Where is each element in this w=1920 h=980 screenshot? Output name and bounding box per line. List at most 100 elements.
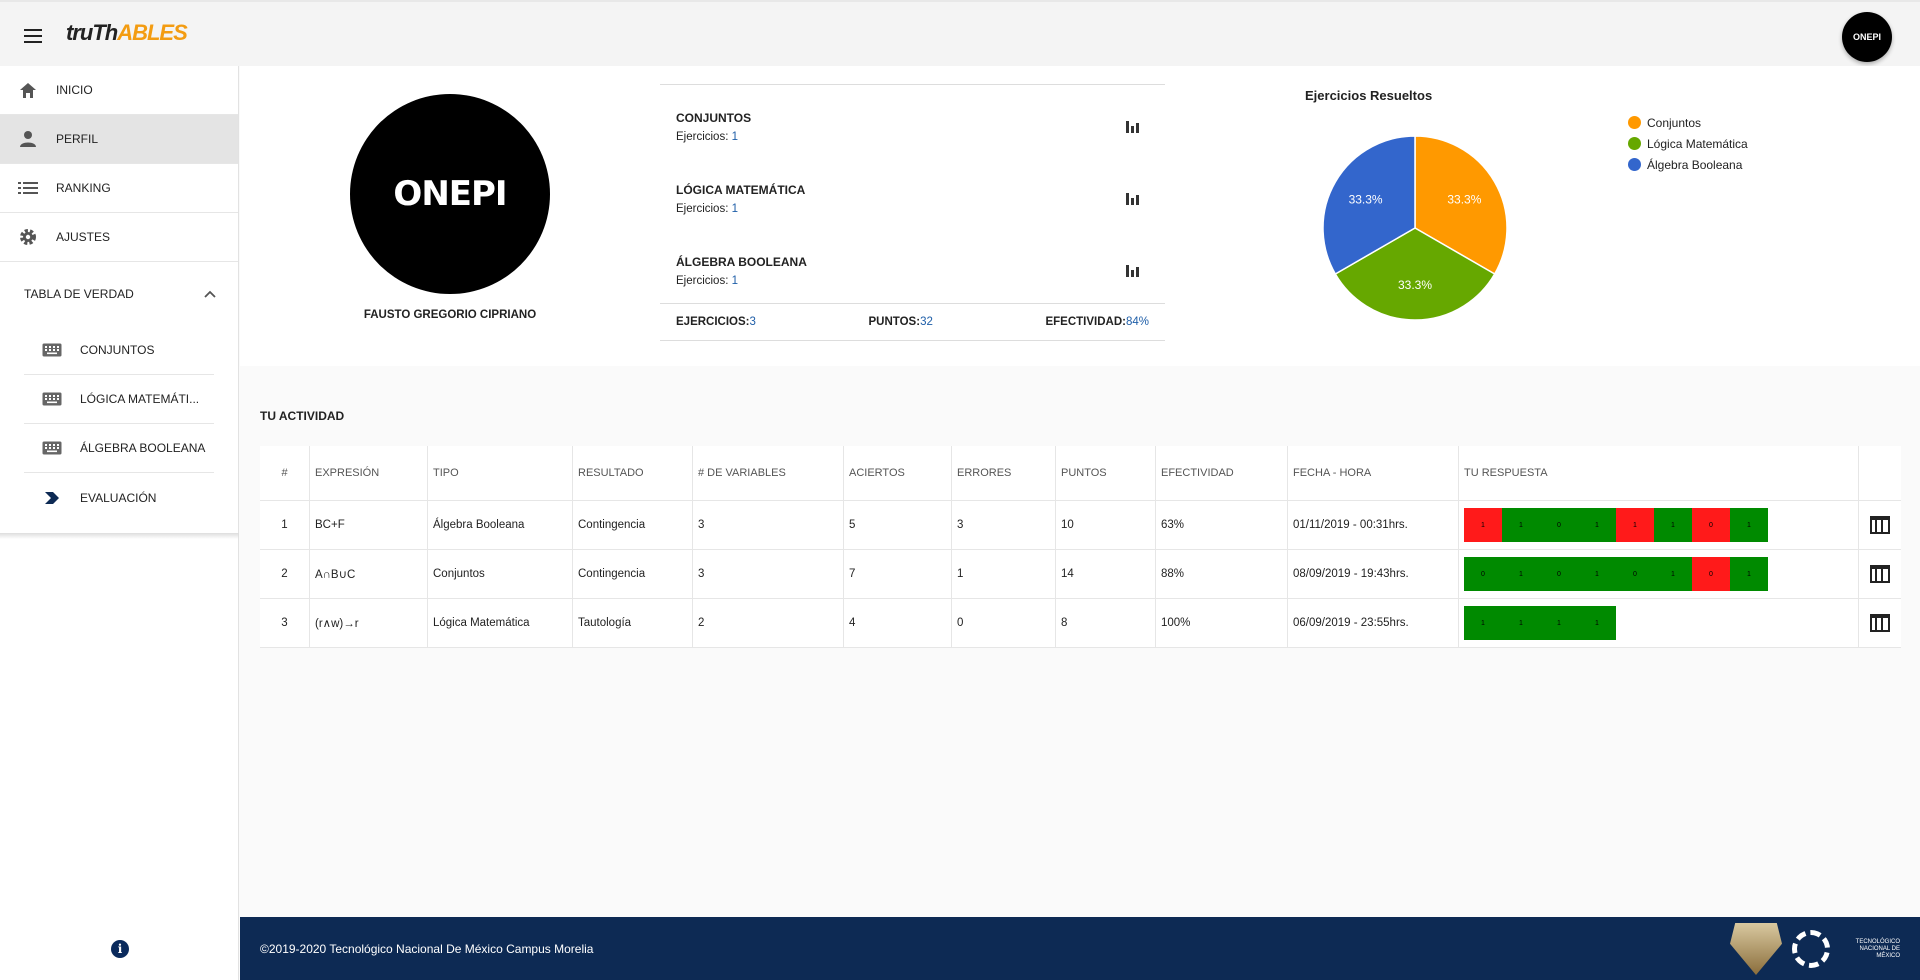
column-header: PUNTOS (1056, 446, 1156, 500)
person-icon (0, 130, 56, 148)
answer-correct: 1 (1578, 557, 1616, 591)
table-cell-respuesta: 01010101 (1459, 550, 1859, 598)
answer-strip: 11011101 (1464, 508, 1768, 542)
app-logo[interactable]: truThABLES (66, 20, 188, 46)
answer-strip: 1111 (1464, 606, 1616, 640)
column-header: FECHA - HORA (1288, 446, 1459, 500)
bar-chart-icon[interactable] (1126, 191, 1139, 205)
chart-title: Ejercicios Resueltos (1305, 88, 1433, 103)
tecnm-gear-logo (1792, 930, 1830, 968)
legend-swatch (1628, 137, 1641, 150)
table-cell-actions (1859, 599, 1901, 647)
legend-item[interactable]: Lógica Matemática (1628, 133, 1748, 154)
table-cell-tipo: Álgebra Booleana (428, 501, 573, 549)
legend-item[interactable]: Conjuntos (1628, 112, 1748, 133)
footer: ©2019-2020 Tecnológico Nacional De Méxic… (240, 917, 1920, 980)
total-ejercicios: EJERCICIOS:3 (676, 316, 756, 328)
sidebar-item-evaluacion[interactable]: EVALUACIÓN (24, 473, 214, 522)
table-cell-aciertos: 4 (844, 599, 952, 647)
bar-chart-icon[interactable] (1126, 263, 1139, 277)
stat-subtitle: Ejercicios: 1 (676, 203, 739, 215)
answer-correct: 1 (1654, 508, 1692, 542)
sidebar-item-ranking[interactable]: RANKING (0, 164, 238, 213)
column-header: ERRORES (952, 446, 1056, 500)
table-cell-resultado: Tautología (573, 599, 693, 647)
table-cell-puntos: 10 (1056, 501, 1156, 549)
table-cell-expr: BC+F (310, 501, 428, 549)
user-avatar[interactable]: ONEPI (1842, 12, 1892, 62)
stat-logica-matematica: LÓGICA MATEMÁTICA Ejercicios: 1 (660, 157, 1165, 229)
column-header: # (260, 446, 310, 500)
total-efectividad: EFECTIVIDAD:84% (1045, 316, 1149, 328)
sidebar-item-inicio[interactable]: INICIO (0, 66, 238, 115)
column-header: # DE VARIABLES (693, 446, 844, 500)
stat-title: CONJUNTOS (676, 111, 752, 125)
table-cell-fecha: 01/11/2019 - 00:31hrs. (1288, 501, 1459, 549)
chevron-up-icon (204, 287, 216, 301)
sidebar-item-algebra-booleana[interactable]: ÁLGEBRA BOOLEANA (24, 424, 214, 473)
table-header-row: # EXPRESIÓN TIPO RESULTADO # DE VARIABLES ACI… (260, 446, 1901, 501)
table-row: 2 A∩B∪C Conjuntos Contingencia 3 7 1 14 88% 08/09… (260, 550, 1901, 599)
profile-summary: ONEPI FAUSTO GREGORIO CIPRIANO CONJUNTOS… (240, 66, 1920, 366)
truth-table-icon[interactable] (1870, 614, 1890, 632)
truth-table-icon[interactable] (1870, 565, 1890, 583)
answer-correct: 1 (1730, 508, 1768, 542)
sidebar-item-perfil[interactable]: PERFIL (0, 115, 238, 164)
answer-correct: 1 (1578, 508, 1616, 542)
table-cell-vars: 3 (693, 550, 844, 598)
answer-wrong: 0 (1692, 557, 1730, 591)
stat-algebra-booleana: ÁLGEBRA BOOLEANA Ejercicios: 1 (660, 229, 1165, 301)
sidebar-item-conjuntos[interactable]: CONJUNTOS (24, 326, 214, 375)
table-cell-errores: 3 (952, 501, 1056, 549)
legend-item[interactable]: Álgebra Booleana (1628, 154, 1748, 175)
sidebar-item-label: CONJUNTOS (80, 343, 155, 357)
menu-icon[interactable] (20, 22, 52, 50)
table-cell-fecha: 06/09/2019 - 23:55hrs. (1288, 599, 1459, 647)
keyboard-icon (24, 392, 80, 406)
tabla-de-verdad-toggle[interactable]: TABLA DE VERDAD (0, 262, 238, 326)
sidebar-item-label: ÁLGEBRA BOOLEANA (80, 441, 206, 455)
sidebar-item-ajustes[interactable]: AJUSTES (0, 213, 238, 262)
legend-swatch (1628, 158, 1641, 171)
top-app-bar: truThABLES ONEPI (0, 0, 1920, 66)
answer-correct: 1 (1502, 557, 1540, 591)
table-cell-actions (1859, 501, 1901, 549)
total-puntos: PUNTOS:32 (868, 316, 933, 328)
answer-correct: 1 (1578, 606, 1616, 640)
table-cell-errores: 0 (952, 599, 1056, 647)
stat-subtitle: Ejercicios: 1 (676, 275, 739, 287)
campus-shield-logo (1730, 923, 1782, 975)
table-cell-efectividad: 88% (1156, 550, 1288, 598)
answer-wrong: 0 (1692, 508, 1730, 542)
table-cell-puntos: 14 (1056, 550, 1156, 598)
sidebar-item-label: PERFIL (56, 132, 99, 146)
truth-table-icon[interactable] (1870, 516, 1890, 534)
stat-totals: EJERCICIOS:3 PUNTOS:32 EFECTIVIDAD:84% (660, 303, 1165, 341)
column-header: RESULTADO (573, 446, 693, 500)
table-row: 3 (r∧w)→r Lógica Matemática Tautología 2 4 0 8 1… (260, 599, 1901, 648)
sidebar-item-label: INICIO (56, 83, 93, 97)
table-cell-efectividad: 63% (1156, 501, 1288, 549)
profile-name: FAUSTO GREGORIO CIPRIANO (363, 309, 537, 321)
table-cell-errores: 1 (952, 550, 1056, 598)
chart-legend: Conjuntos Lógica Matemática Álgebra Boolea… (1628, 112, 1748, 175)
sidebar-item-label: AJUSTES (56, 230, 111, 244)
sidebar-divider (0, 533, 239, 539)
answer-correct: 1 (1464, 606, 1502, 640)
table-cell-respuesta: 11011101 (1459, 501, 1859, 549)
answer-wrong: 1 (1464, 508, 1502, 542)
table-cell-n: 2 (260, 550, 310, 598)
answer-correct: 1 (1502, 606, 1540, 640)
table-cell-tipo: Conjuntos (428, 550, 573, 598)
table-cell-n: 3 (260, 599, 310, 647)
info-icon[interactable]: i (111, 940, 129, 958)
pie-slice-label: 33.3% (1398, 278, 1432, 292)
sidebar-item-logica-matematica[interactable]: LÓGICA MATEMÁTI... (24, 375, 214, 424)
activity-title: TU ACTIVIDAD (260, 409, 345, 423)
stat-conjuntos: CONJUNTOS Ejercicios: 1 (660, 85, 1165, 157)
pie-chart: Ejercicios Resueltos 33.3% 33.3% 33.3% Con… (1270, 78, 1830, 338)
footer-logos: TECNOLÓGICO NACIONAL DE MÉXICO (1730, 923, 1900, 975)
column-header: TU RESPUESTA (1459, 446, 1859, 500)
bar-chart-icon[interactable] (1126, 119, 1139, 133)
answer-correct: 0 (1540, 557, 1578, 591)
